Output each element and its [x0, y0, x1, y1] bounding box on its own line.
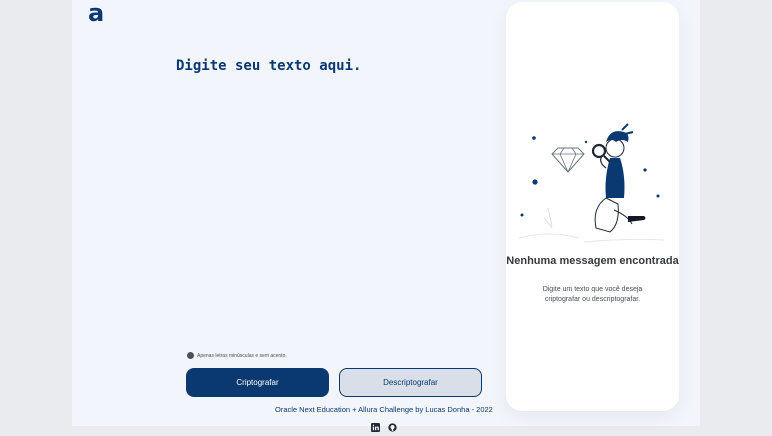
empty-state-title: Nenhuma messagem encontrada — [506, 255, 679, 267]
github-icon[interactable] — [388, 417, 397, 432]
message-input[interactable] — [172, 52, 490, 344]
input-hint: Apenas letras minúsculas e sem acento. — [187, 352, 287, 359]
decrypt-button-label: Descriptografar — [383, 378, 438, 387]
search-person-illustration — [518, 123, 665, 243]
linkedin-icon[interactable] — [371, 417, 380, 432]
footer-credit: Oracle Next Education + Allura Challenge… — [275, 405, 493, 414]
encrypt-button-label: Criptografar — [236, 378, 279, 387]
hint-text: Apenas letras minúsculas e sem acento. — [197, 352, 287, 359]
empty-state-description: Digite um texto que você deseja criptogr… — [542, 286, 643, 303]
info-icon — [187, 352, 194, 359]
social-links — [371, 417, 397, 432]
alura-logo: a — [88, 0, 105, 27]
decrypt-button[interactable]: Descriptografar — [339, 368, 482, 397]
encrypt-button[interactable]: Criptografar — [186, 368, 329, 397]
